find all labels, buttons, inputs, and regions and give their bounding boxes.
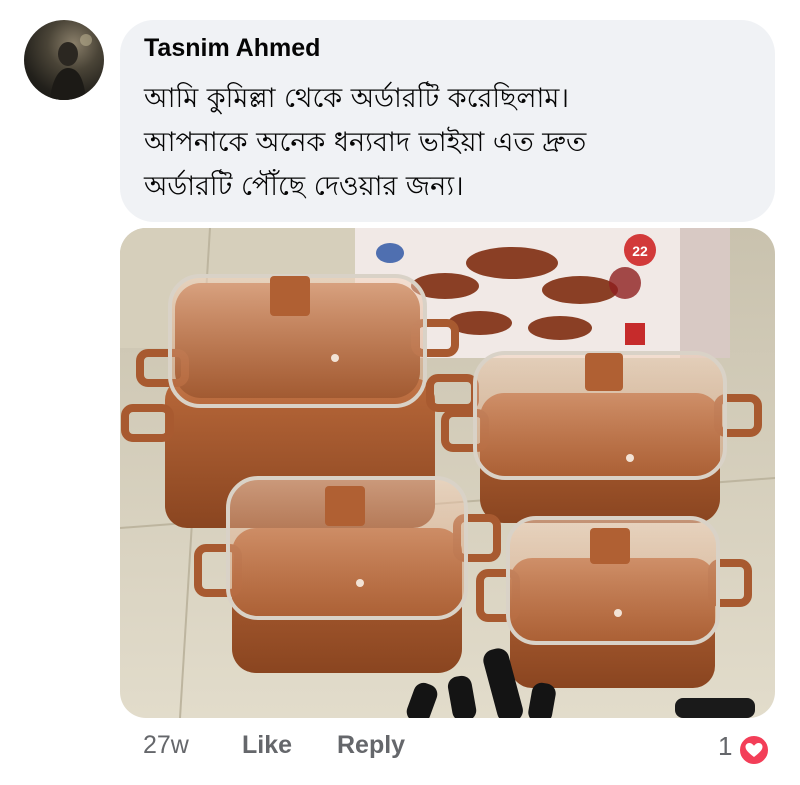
comment-timestamp[interactable]: 27w xyxy=(143,731,189,760)
reply-button[interactable]: Reply xyxy=(337,731,405,760)
like-button[interactable]: Like xyxy=(242,731,292,760)
pot xyxy=(441,351,762,523)
comment-author[interactable]: Tasnim Ahmed xyxy=(144,34,320,63)
comment-text-line: অর্ডারটি পৌঁছে দেওয়ার জন্য। xyxy=(144,171,464,202)
pot xyxy=(476,516,752,688)
love-reaction-icon[interactable] xyxy=(738,734,770,766)
pot xyxy=(194,476,501,673)
attached-photo[interactable]: 22 xyxy=(120,228,775,718)
comment-text-line: আমি কুমিল্লা থেকে অর্ডারটি করেছিলাম। xyxy=(144,83,570,114)
reaction-count[interactable]: 1 xyxy=(718,731,732,762)
avatar-image xyxy=(50,34,92,100)
box-badge: 22 xyxy=(632,243,648,259)
avatar[interactable] xyxy=(24,20,104,100)
comment-text-line: আপনাকে অনেক ধন্যবাদ ভাইয়া এত দ্রুত xyxy=(144,127,587,158)
